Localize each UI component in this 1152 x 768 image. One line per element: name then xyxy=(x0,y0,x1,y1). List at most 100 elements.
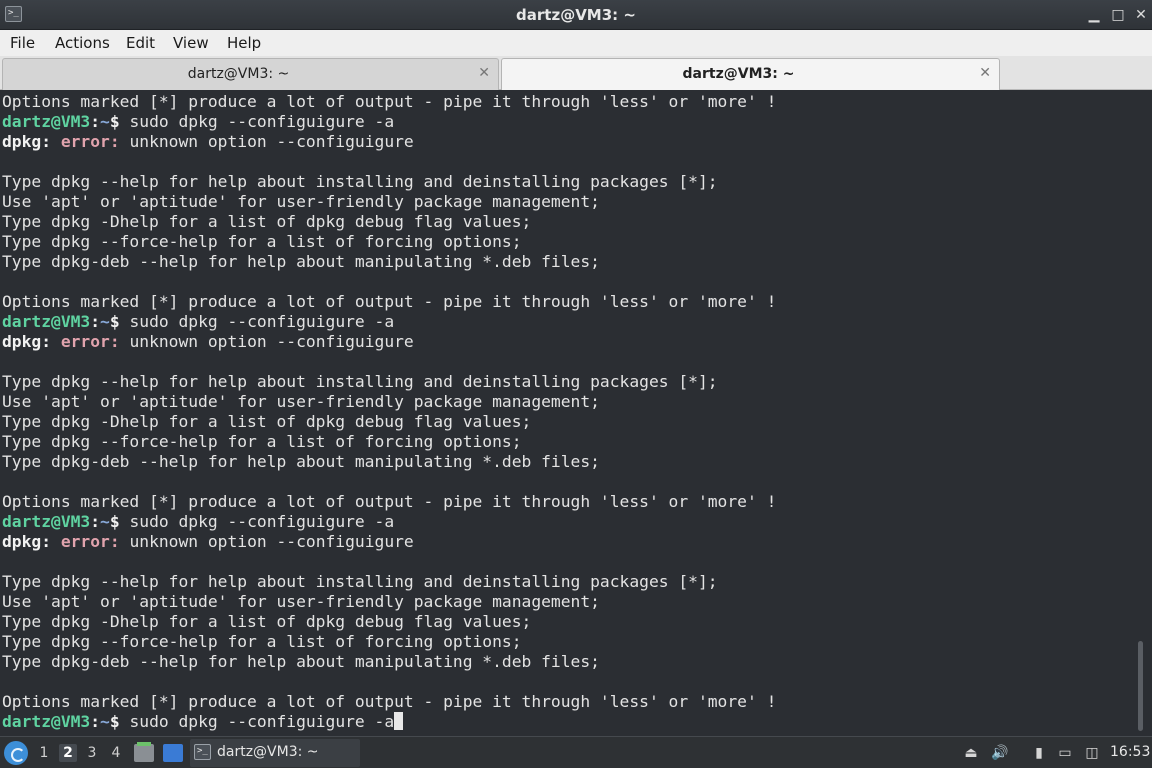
workspace-3[interactable]: 3 xyxy=(83,744,101,762)
output-text: Type dpkg --help for help about installi… xyxy=(2,572,718,591)
terminal-line: dpkg: error: unknown option --configuigu… xyxy=(2,532,776,552)
terminal-line: Type dpkg --force-help for a list of for… xyxy=(2,632,776,652)
prompt-symbol: $ xyxy=(109,512,130,531)
error-message: unknown option --configuigure xyxy=(119,132,414,151)
tab-terminal-1[interactable]: dartz@VM3: ~ ✕ xyxy=(2,58,499,90)
tab-label: dartz@VM3: ~ xyxy=(682,66,795,82)
terminal-line: Type dpkg-deb --help for help about mani… xyxy=(2,452,776,472)
output-text: Type dpkg -Dhelp for a list of dpkg debu… xyxy=(2,612,532,631)
clipboard-icon[interactable]: ▮ xyxy=(1029,744,1049,762)
tab-label: dartz@VM3: ~ xyxy=(187,66,290,82)
menu-help[interactable]: Help xyxy=(227,34,261,52)
output-text: Type dpkg --help for help about installi… xyxy=(2,372,718,391)
terminal-line: Options marked [*] produce a lot of outp… xyxy=(2,692,776,712)
terminal-line: Type dpkg --help for help about installi… xyxy=(2,372,776,392)
close-icon[interactable]: ✕ xyxy=(1131,5,1151,25)
menu-file[interactable]: File xyxy=(10,34,35,52)
terminal-line: Options marked [*] produce a lot of outp… xyxy=(2,292,776,312)
prompt-user: dartz@VM3 xyxy=(2,512,91,531)
command-text: sudo dpkg --configuigure -a xyxy=(129,512,395,531)
prompt-path: ~ xyxy=(100,112,110,131)
terminal-line: Type dpkg --help for help about installi… xyxy=(2,172,776,192)
text-cursor xyxy=(394,712,404,730)
workspace-2[interactable]: 2 xyxy=(59,744,77,762)
show-desktop-icon[interactable] xyxy=(163,744,183,762)
error-program: dpkg: xyxy=(2,132,52,151)
error-label: error: xyxy=(60,132,120,151)
prompt-symbol: $ xyxy=(109,312,130,331)
tab-terminal-2[interactable]: dartz@VM3: ~ ✕ xyxy=(501,58,1000,90)
prompt-symbol: $ xyxy=(109,112,130,131)
clock[interactable]: 16:53 xyxy=(1110,744,1150,768)
output-text: Use 'apt' or 'aptitude' for user-friendl… xyxy=(2,192,600,211)
output-text: Type dpkg-deb --help for help about mani… xyxy=(2,652,600,671)
terminal-line: Use 'apt' or 'aptitude' for user-friendl… xyxy=(2,592,776,612)
output-text: Options marked [*] produce a lot of outp… xyxy=(2,492,777,511)
terminal-line: dartz@VM3:~$ sudo dpkg --configuigure -a xyxy=(2,312,776,332)
terminal-icon: >_ xyxy=(194,744,211,760)
output-text: Type dpkg-deb --help for help about mani… xyxy=(2,252,600,271)
terminal-line: Options marked [*] produce a lot of outp… xyxy=(2,492,776,512)
prompt-symbol: $ xyxy=(109,712,130,731)
output-text: Type dpkg-deb --help for help about mani… xyxy=(2,452,600,471)
tab-close-icon[interactable]: ✕ xyxy=(478,65,490,81)
terminal-line: dartz@VM3:~$ sudo dpkg --configuigure -a xyxy=(2,712,776,732)
taskbar-task-terminal[interactable]: >_ dartz@VM3: ~ xyxy=(190,739,360,767)
output-text: Type dpkg -Dhelp for a list of dpkg debu… xyxy=(2,412,532,431)
output-text: Options marked [*] produce a lot of outp… xyxy=(2,92,777,111)
error-program: dpkg: xyxy=(2,332,52,351)
terminal-line: Use 'apt' or 'aptitude' for user-friendl… xyxy=(2,392,776,412)
workspace-1[interactable]: 1 xyxy=(35,744,53,762)
menu-actions[interactable]: Actions xyxy=(55,34,110,52)
terminal-output[interactable]: Options marked [*] produce a lot of outp… xyxy=(0,91,1152,736)
volume-icon[interactable]: 🔊 xyxy=(990,744,1010,762)
minimize-icon[interactable]: ▁ xyxy=(1084,5,1104,25)
prompt-path: ~ xyxy=(100,712,110,731)
terminal-line: dpkg: error: unknown option --configuigu… xyxy=(2,332,776,352)
prompt-path: ~ xyxy=(100,312,110,331)
terminal-line: Type dpkg-deb --help for help about mani… xyxy=(2,652,776,672)
taskbar: 1 2 3 4 >_ dartz@VM3: ~ ⏏ 🔊 ▮ ▭ ◫ 16:53 xyxy=(0,736,1152,768)
error-message: unknown option --configuigure xyxy=(119,332,414,351)
terminal-line: Type dpkg --force-help for a list of for… xyxy=(2,432,776,452)
menu-edit[interactable]: Edit xyxy=(126,34,155,52)
start-menu-icon[interactable] xyxy=(4,741,28,765)
error-message: unknown option --configuigure xyxy=(119,532,414,551)
network-icon[interactable]: ▭ xyxy=(1055,744,1075,762)
terminal-line: Type dpkg -Dhelp for a list of dpkg debu… xyxy=(2,412,776,432)
scrollbar[interactable] xyxy=(1137,91,1145,736)
command-text: sudo dpkg --configuigure -a xyxy=(129,312,395,331)
output-text: Type dpkg --help for help about installi… xyxy=(2,172,718,191)
terminal-line: Type dpkg-deb --help for help about mani… xyxy=(2,252,776,272)
output-text: Type dpkg --force-help for a list of for… xyxy=(2,432,522,451)
output-text: Use 'apt' or 'aptitude' for user-friendl… xyxy=(2,392,600,411)
prompt-separator: : xyxy=(90,712,101,731)
menu-bar: File Actions Edit View Help xyxy=(0,30,1152,56)
command-text: sudo dpkg --configuigure -a xyxy=(129,712,395,731)
terminal-line: Type dpkg --force-help for a list of for… xyxy=(2,232,776,252)
prompt-user: dartz@VM3 xyxy=(2,712,91,731)
prompt-user: dartz@VM3 xyxy=(2,112,91,131)
maximize-icon[interactable]: □ xyxy=(1108,5,1128,25)
output-text: Options marked [*] produce a lot of outp… xyxy=(2,692,777,711)
display-icon[interactable]: ◫ xyxy=(1082,744,1102,762)
menu-view[interactable]: View xyxy=(173,34,209,52)
prompt-separator: : xyxy=(90,512,101,531)
window-title: dartz@VM3: ~ xyxy=(516,6,636,24)
scrollbar-thumb[interactable] xyxy=(1138,641,1143,731)
error-program: dpkg: xyxy=(2,532,52,551)
file-manager-icon[interactable] xyxy=(134,742,154,762)
output-text: Type dpkg --force-help for a list of for… xyxy=(2,632,522,651)
terminal-line: dpkg: error: unknown option --configuigu… xyxy=(2,132,776,152)
eject-icon[interactable]: ⏏ xyxy=(961,744,981,762)
output-text: Options marked [*] produce a lot of outp… xyxy=(2,292,777,311)
workspace-4[interactable]: 4 xyxy=(107,744,125,762)
tab-bar: dartz@VM3: ~ ✕ dartz@VM3: ~ ✕ xyxy=(0,56,1152,90)
tab-close-icon[interactable]: ✕ xyxy=(979,65,991,81)
output-text: Use 'apt' or 'aptitude' for user-friendl… xyxy=(2,592,600,611)
terminal-lines: Options marked [*] produce a lot of outp… xyxy=(2,92,776,732)
terminal-line: dartz@VM3:~$ sudo dpkg --configuigure -a xyxy=(2,112,776,132)
